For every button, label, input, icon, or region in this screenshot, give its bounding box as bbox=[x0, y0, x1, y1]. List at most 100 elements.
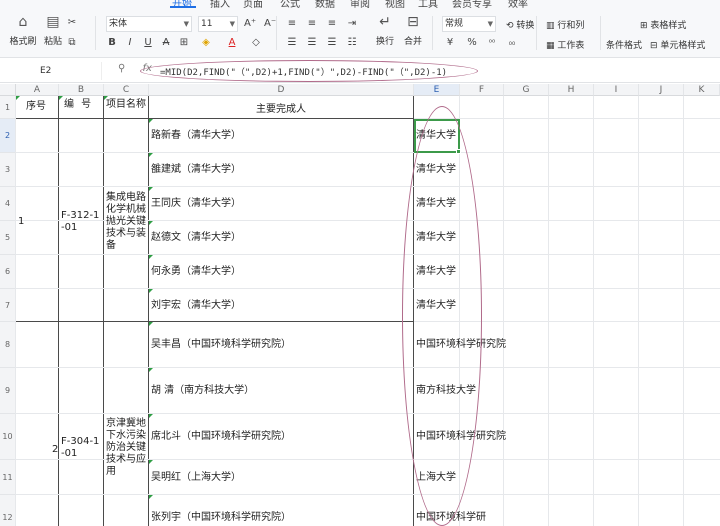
tab-efficiency[interactable]: 效率 bbox=[508, 0, 528, 8]
cell-e6[interactable]: 清华大学 bbox=[416, 266, 456, 278]
font-shrink-button[interactable]: A⁻ bbox=[264, 17, 276, 31]
cell-d9[interactable]: 胡 清（南方科技大学） bbox=[151, 385, 254, 397]
align-left-icon[interactable]: ☰ bbox=[286, 36, 298, 50]
row-header-2[interactable]: 2 bbox=[0, 119, 16, 153]
row-header-1[interactable]: 1 bbox=[0, 96, 16, 119]
merge-button[interactable]: ⊟ 合并 bbox=[398, 14, 428, 47]
rows-cols-button[interactable]: ▥ 行和列 bbox=[546, 18, 584, 31]
tab-review[interactable]: 审阅 bbox=[350, 0, 370, 8]
group1-project[interactable]: 集成电路化学机械抛光关键技术与装备 bbox=[106, 192, 148, 252]
column-header-d[interactable]: D bbox=[149, 84, 414, 96]
align-top-icon[interactable]: ≡ bbox=[286, 17, 298, 31]
underline-button[interactable]: U bbox=[142, 36, 154, 50]
format-painter-button[interactable]: ⌂ 格式刷 bbox=[8, 14, 38, 47]
align-center-icon[interactable]: ☰ bbox=[306, 36, 318, 50]
cell-d4[interactable]: 王同庆（清华大学） bbox=[151, 198, 241, 210]
column-header-f[interactable]: F bbox=[460, 84, 504, 96]
cell-d3[interactable]: 雒建斌（清华大学） bbox=[151, 164, 241, 176]
number-format-select[interactable]: 常规 ▼ bbox=[442, 16, 496, 32]
cell-d12[interactable]: 张列宇（中国环境科学研究院） bbox=[151, 512, 291, 524]
column-header-k[interactable]: K bbox=[684, 84, 720, 96]
cell-e12[interactable]: 中国环境科学研 bbox=[416, 512, 486, 524]
column-header-i[interactable]: I bbox=[594, 84, 639, 96]
fill-color-icon[interactable]: ◈ bbox=[200, 36, 212, 50]
convert-button[interactable]: ⟲ 转换 bbox=[506, 18, 534, 31]
font-grow-button[interactable]: A⁺ bbox=[244, 17, 256, 31]
group1-code[interactable]: F-312-1-01 bbox=[61, 210, 103, 234]
header-code[interactable]: 编 号 bbox=[64, 99, 93, 111]
column-header-h[interactable]: H bbox=[549, 84, 594, 96]
worksheet-button[interactable]: ▦ 工作表 bbox=[546, 38, 584, 51]
row-header-3[interactable]: 3 bbox=[0, 153, 16, 187]
cell-d10[interactable]: 席北斗（中国环境科学研究院） bbox=[151, 431, 291, 443]
bold-button[interactable]: B bbox=[106, 36, 118, 50]
fx-button[interactable]: fx bbox=[143, 63, 152, 74]
italic-button[interactable]: I bbox=[124, 36, 136, 50]
cell-e4[interactable]: 清华大学 bbox=[416, 198, 456, 210]
strikethrough-button[interactable]: A bbox=[160, 36, 172, 50]
column-header-c[interactable]: C bbox=[104, 84, 149, 96]
cell-e9[interactable]: 南方科技大学 bbox=[416, 385, 476, 397]
group2-code[interactable]: F-304-1-01 bbox=[61, 436, 103, 460]
active-cell-e2[interactable] bbox=[414, 119, 460, 153]
distribute-icon[interactable]: ☷ bbox=[346, 36, 358, 50]
cell-e10[interactable]: 中国环境科学研究院 bbox=[416, 431, 506, 443]
tab-member[interactable]: 会员专享 bbox=[452, 0, 492, 8]
column-header-e[interactable]: E bbox=[414, 84, 460, 96]
cell-d6[interactable]: 何永勇（清华大学） bbox=[151, 266, 241, 278]
cell-d5[interactable]: 赵德文（清华大学） bbox=[151, 232, 241, 244]
row-header-7[interactable]: 7 bbox=[0, 289, 16, 322]
row-header-9[interactable]: 9 bbox=[0, 368, 16, 414]
row-header-5[interactable]: 5 bbox=[0, 221, 16, 255]
currency-button[interactable]: ¥ bbox=[444, 36, 456, 50]
wrap-text-button[interactable]: ↵ 换行 bbox=[370, 14, 400, 47]
align-right-icon[interactable]: ☰ bbox=[326, 36, 338, 50]
row-header-11[interactable]: 11 bbox=[0, 460, 16, 495]
cell-d2[interactable]: 路新春（清华大学） bbox=[151, 130, 241, 142]
cell-e11[interactable]: 上海大学 bbox=[416, 472, 456, 484]
header-main-person[interactable]: 主要完成人 bbox=[256, 104, 306, 116]
border-icon[interactable]: ⊞ bbox=[178, 36, 190, 50]
font-size-select[interactable]: 11 ▼ bbox=[198, 16, 238, 32]
indent-icon[interactable]: ⇥ bbox=[346, 17, 358, 31]
cell-e7[interactable]: 清华大学 bbox=[416, 300, 456, 312]
percent-button[interactable]: % bbox=[466, 36, 478, 50]
tab-data[interactable]: 数据 bbox=[315, 0, 335, 8]
tab-insert[interactable]: 插入 bbox=[210, 0, 230, 8]
tab-formula[interactable]: 公式 bbox=[280, 0, 300, 8]
cut-icon[interactable]: ✂ bbox=[66, 16, 78, 30]
cell-d7[interactable]: 刘宇宏（清华大学） bbox=[151, 300, 241, 312]
row-header-4[interactable]: 4 bbox=[0, 187, 16, 221]
row-header-8[interactable]: 8 bbox=[0, 322, 16, 368]
select-all-corner[interactable] bbox=[0, 84, 16, 96]
header-project[interactable]: 项目名称 bbox=[106, 99, 146, 111]
cell-style-button[interactable]: ⊟ 单元格样式 bbox=[650, 38, 705, 51]
cell-e5[interactable]: 清华大学 bbox=[416, 232, 456, 244]
row-header-6[interactable]: 6 bbox=[0, 255, 16, 289]
header-seq[interactable]: 序号 bbox=[26, 101, 46, 113]
group1-seq[interactable]: 1 bbox=[18, 216, 24, 228]
align-middle-icon[interactable]: ≡ bbox=[306, 17, 318, 31]
tab-view[interactable]: 视图 bbox=[385, 0, 405, 8]
cell-e8[interactable]: 中国环境科学研究院 bbox=[416, 339, 506, 351]
font-name-select[interactable]: 宋体 ▼ bbox=[106, 16, 192, 32]
column-header-g[interactable]: G bbox=[504, 84, 549, 96]
paste-button[interactable]: ▤ 粘贴 bbox=[38, 14, 68, 47]
fill-handle[interactable] bbox=[456, 149, 461, 154]
cell-d11[interactable]: 吴明红（上海大学） bbox=[151, 472, 241, 484]
group2-project[interactable]: 京津冀地下水污染防治关键技术与应用 bbox=[106, 418, 148, 478]
cell-d8[interactable]: 吴丰昌（中国环境科学研究院） bbox=[151, 339, 291, 351]
formula-input[interactable]: =MID(D2,FIND("（",D2)+1,FIND("）",D2)-FIND… bbox=[160, 65, 447, 78]
table-style-button[interactable]: ⊞ 表格样式 bbox=[640, 18, 686, 31]
column-header-b[interactable]: B bbox=[59, 84, 104, 96]
tab-page[interactable]: 页面 bbox=[243, 0, 263, 8]
cell-e3[interactable]: 清华大学 bbox=[416, 164, 456, 176]
zoom-icon[interactable]: ⚲ bbox=[118, 63, 125, 74]
column-header-a[interactable]: A bbox=[16, 84, 59, 96]
name-box[interactable]: E2 bbox=[0, 62, 102, 80]
font-color-icon[interactable]: A bbox=[226, 36, 238, 50]
copy-icon[interactable]: ⧉ bbox=[66, 36, 78, 50]
decimal-decrease-icon[interactable]: ₀₀ bbox=[506, 36, 518, 50]
row-header-10[interactable]: 10 bbox=[0, 414, 16, 460]
align-bottom-icon[interactable]: ≡ bbox=[326, 17, 338, 31]
